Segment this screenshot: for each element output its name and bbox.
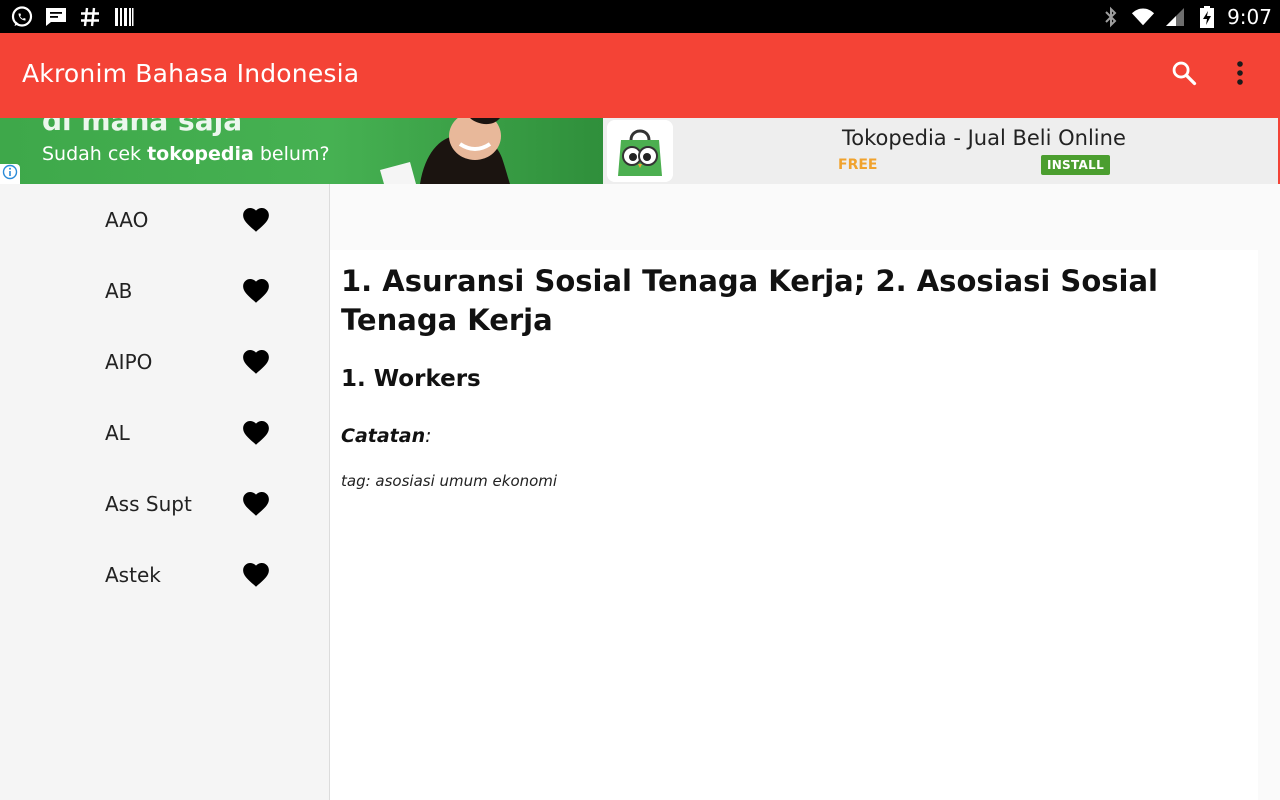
note-label: Catatan: xyxy=(341,425,432,447)
ad-tagline-prefix: Sudah cek xyxy=(42,143,148,165)
favorite-button[interactable] xyxy=(240,417,272,447)
list-item[interactable]: AL xyxy=(0,397,329,468)
bluetooth-icon xyxy=(1099,5,1123,29)
ad-headline: di mana saja xyxy=(42,118,243,137)
favorite-button[interactable] xyxy=(240,488,272,518)
list-item[interactable]: AAO xyxy=(0,184,329,255)
app-screen: 9:07 Akronim Bahasa Indonesia di mana sa… xyxy=(0,0,1280,800)
heart-icon xyxy=(243,207,269,232)
action-bar: Akronim Bahasa Indonesia xyxy=(0,33,1280,118)
tags-text: tag: asosiasi umum ekonomi xyxy=(341,472,558,490)
ad-banner[interactable]: di mana saja Sudah cek tokopedia belum? xyxy=(0,118,1280,184)
wifi-icon xyxy=(1131,5,1155,29)
ad-install-button[interactable]: INSTALL xyxy=(1041,155,1110,175)
signal-icon xyxy=(1163,5,1187,29)
info-icon xyxy=(2,164,18,185)
ad-tagline: Sudah cek tokopedia belum? xyxy=(42,143,330,165)
ad-creative[interactable]: di mana saja Sudah cek tokopedia belum? xyxy=(0,118,603,184)
list-item[interactable]: Ass Supt xyxy=(0,468,329,539)
overflow-menu-button[interactable] xyxy=(1218,53,1262,97)
barcode-icon xyxy=(112,5,136,29)
note-label-text: Catatan xyxy=(341,425,426,447)
ad-tagline-brand: tokopedia xyxy=(147,143,254,165)
ad-model-image xyxy=(380,118,580,184)
ad-tagline-suffix: belum? xyxy=(253,143,330,165)
message-icon xyxy=(44,5,68,29)
hash-icon xyxy=(78,5,102,29)
heart-icon xyxy=(243,278,269,303)
heart-icon xyxy=(243,562,269,587)
favorite-button[interactable] xyxy=(240,275,272,305)
more-vert-icon xyxy=(1236,60,1244,91)
status-bar: 9:07 xyxy=(0,0,1280,33)
list-item-label: Astek xyxy=(105,563,161,587)
list-item[interactable]: Astek xyxy=(0,539,329,610)
list-item[interactable]: AIPO xyxy=(0,326,329,397)
favorite-button[interactable] xyxy=(240,346,272,376)
ad-price: FREE xyxy=(838,157,878,173)
acronym-list: AAO AB AIPO AL Ass Supt Astek xyxy=(0,184,329,800)
search-button[interactable] xyxy=(1162,53,1206,97)
heart-icon xyxy=(243,420,269,445)
favorite-button[interactable] xyxy=(240,559,272,589)
list-item-label: AAO xyxy=(105,208,149,232)
whatsapp-icon xyxy=(10,5,34,29)
list-item-label: Ass Supt xyxy=(105,492,192,516)
app-title: Akronim Bahasa Indonesia xyxy=(22,59,360,88)
battery-charging-icon xyxy=(1195,5,1219,29)
ad-app-title[interactable]: Tokopedia - Jual Beli Online xyxy=(842,126,1126,150)
definition-text: 1. Asuransi Sosial Tenaga Kerja; 2. Asos… xyxy=(341,264,1158,337)
favorite-button[interactable] xyxy=(240,204,272,234)
list-item-label: AIPO xyxy=(105,350,153,374)
english-translation: 1. Workers xyxy=(341,366,481,392)
list-item-label: AL xyxy=(105,421,130,445)
status-time: 9:07 xyxy=(1227,4,1272,29)
list-item[interactable]: AB xyxy=(0,255,329,326)
search-icon xyxy=(1170,59,1198,92)
note-colon: : xyxy=(425,425,432,447)
heart-icon xyxy=(243,491,269,516)
ad-info-button[interactable] xyxy=(0,164,20,184)
ad-app-logo[interactable] xyxy=(607,120,673,182)
list-item-label: AB xyxy=(105,279,133,303)
heart-icon xyxy=(243,349,269,374)
